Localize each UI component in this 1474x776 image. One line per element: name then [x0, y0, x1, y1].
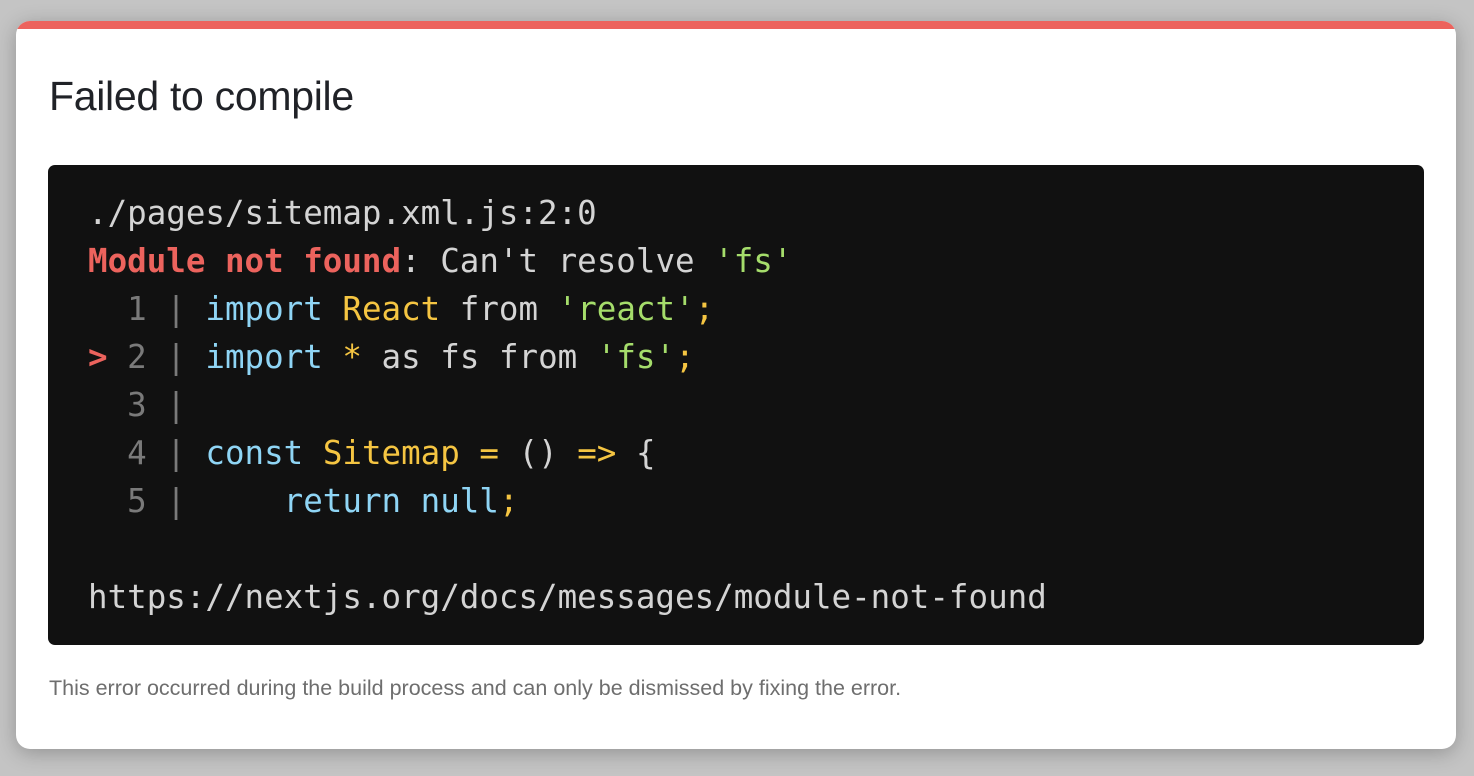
code-token-default [323, 290, 343, 328]
code-token-identifier: = [479, 434, 499, 472]
code-token-default: ./pages/sitemap.xml.js:2:0 [88, 194, 597, 232]
code-token-default [323, 338, 343, 376]
code-token-identifier: Sitemap [322, 434, 460, 472]
code-token-string: 'fs' [714, 242, 793, 280]
code-token-identifier: => [577, 434, 617, 472]
code-line: Module not found: Can't resolve 'fs' [88, 237, 1384, 285]
code-line: ./pages/sitemap.xml.js:2:0 [88, 189, 1384, 237]
code-token-keyword: import [205, 290, 323, 328]
code-token-gutter: 5 | [88, 482, 206, 520]
code-token-default [401, 482, 421, 520]
error-code-block: ./pages/sitemap.xml.js:2:0 Module not fou… [48, 165, 1424, 645]
code-line: > 2 | import * as fs from 'fs'; [88, 333, 1384, 381]
code-token-keyword: return [205, 482, 402, 520]
code-token-default: from [440, 290, 558, 328]
code-token-gutter: 3 | [88, 386, 186, 424]
code-line: 4 | const Sitemap = () => { [88, 429, 1384, 477]
code-token-identifier: ; [694, 290, 715, 328]
code-token-default [303, 434, 323, 472]
code-token-default: as fs from [361, 338, 597, 376]
dialog-title: Failed to compile [49, 73, 354, 119]
code-token-identifier: ; [498, 482, 519, 520]
code-token-string: 'react' [557, 290, 695, 328]
code-line: 1 | import React from 'react'; [88, 285, 1384, 333]
code-token-keyword: const [205, 434, 304, 472]
code-token-default: : Can't resolve [401, 242, 715, 280]
code-token-identifier: * [342, 338, 362, 376]
dialog-footer-note: This error occurred during the build pro… [49, 676, 902, 700]
code-token-identifier: React [342, 290, 441, 328]
code-line: 3 | [88, 381, 1384, 429]
code-line: 5 | return null; [88, 477, 1384, 525]
code-token-default: https://nextjs.org/docs/messages/module-… [88, 578, 1047, 616]
docs-link[interactable]: https://nextjs.org/docs/messages/module-… [88, 573, 1384, 621]
code-token-identifier: ; [675, 338, 695, 376]
error-dialog: Failed to compile ./pages/sitemap.xml.js… [16, 21, 1456, 749]
code-token-error: Module not found [88, 242, 402, 280]
code-token-default [460, 434, 480, 472]
code-token-keyword: null [420, 482, 499, 520]
code-token-string: 'fs' [596, 338, 676, 376]
code-token-keyword: import [205, 338, 323, 376]
code-token-gutter: 4 | [88, 434, 206, 472]
code-token-error: > [88, 338, 108, 376]
code-token-default: { [616, 434, 656, 472]
code-token-gutter: 2 | [107, 338, 206, 376]
code-token-gutter: 1 | [88, 290, 206, 328]
code-token-default: () [498, 434, 578, 472]
